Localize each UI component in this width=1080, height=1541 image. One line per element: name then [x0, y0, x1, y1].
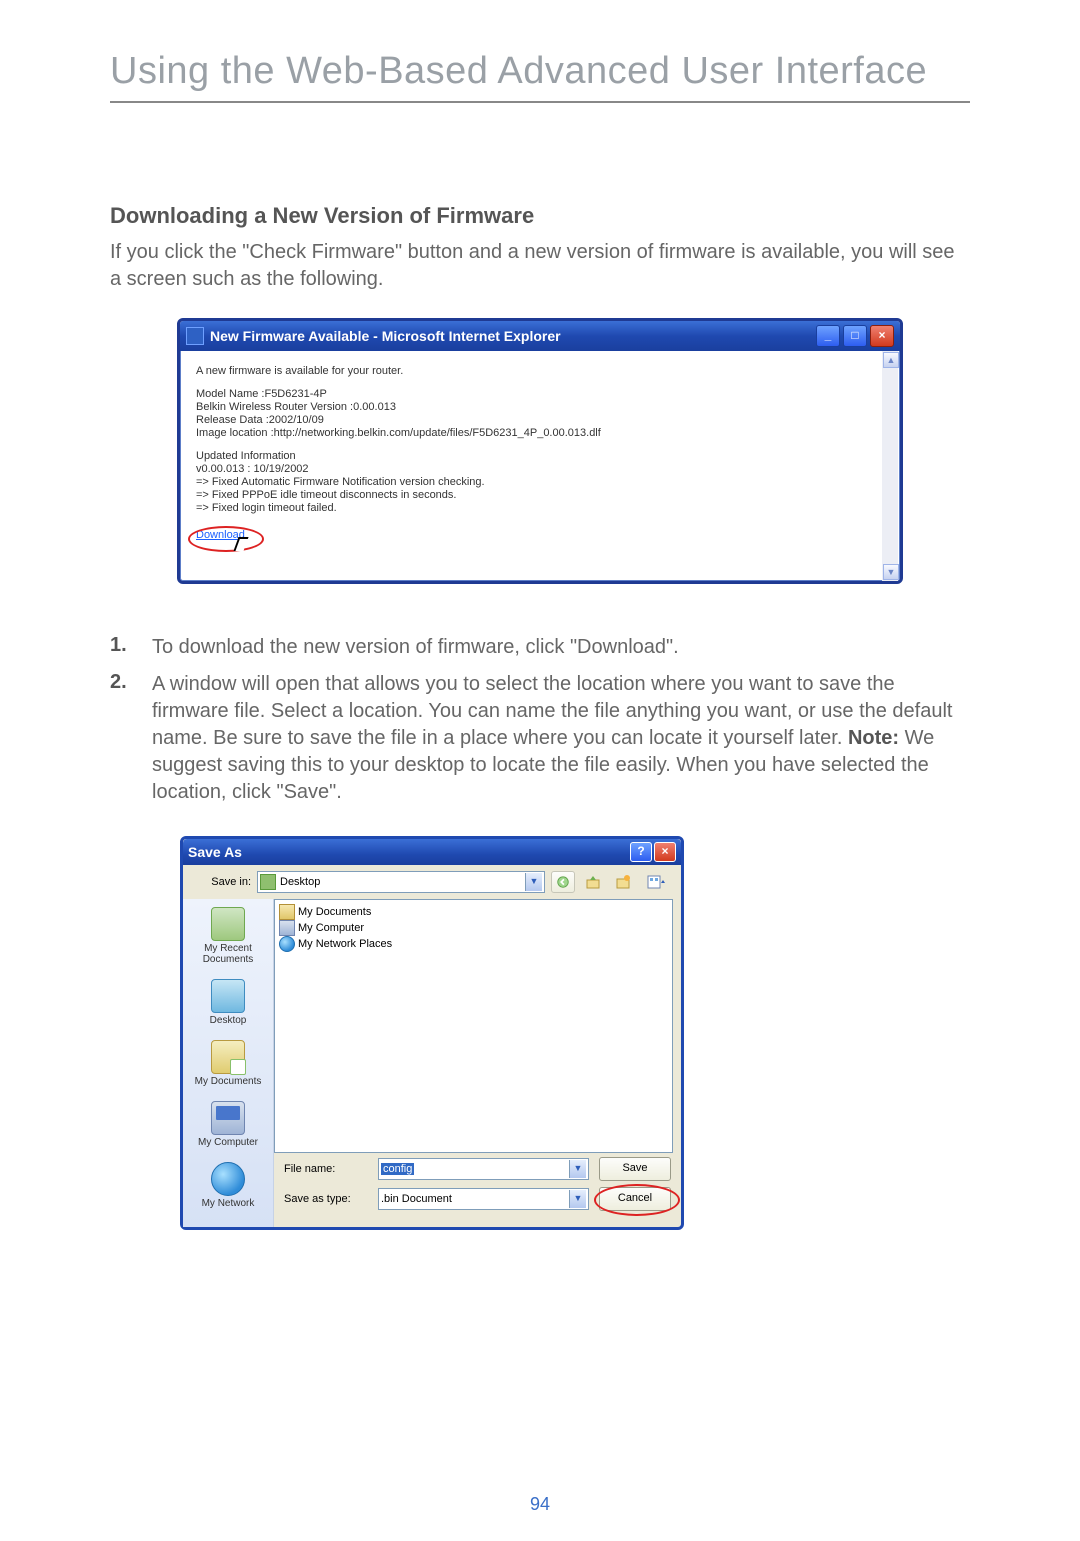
ie-app-icon	[186, 327, 204, 345]
new-folder-button[interactable]	[611, 871, 635, 893]
step-text: A window will open that allows you to se…	[152, 671, 970, 806]
places-label: My Documents	[185, 1076, 271, 1087]
help-button[interactable]: ?	[630, 842, 652, 862]
places-desktop[interactable]: Desktop	[183, 975, 273, 1036]
page-number: 94	[0, 1494, 1080, 1515]
places-label: My Computer	[185, 1137, 271, 1148]
popup-text: A new firmware is available for your rou…	[196, 365, 890, 377]
save-in-label: Save in:	[191, 876, 251, 888]
step-number: 1.	[110, 634, 152, 661]
places-recent[interactable]: My Recent Documents	[183, 903, 273, 975]
my-documents-icon	[211, 1040, 245, 1074]
list-item: 1. To download the new version of firmwa…	[110, 634, 970, 661]
dropdown-arrow-icon[interactable]: ▼	[569, 1190, 586, 1208]
places-my-computer[interactable]: My Computer	[183, 1097, 273, 1158]
my-computer-icon	[211, 1101, 245, 1135]
save-button[interactable]: Save	[599, 1157, 671, 1181]
popup-text: Model Name :F5D6231-4P	[196, 388, 890, 400]
popup-text: Image location :http://networking.belkin…	[196, 427, 890, 439]
intro-paragraph: If you click the "Check Firmware" button…	[110, 239, 970, 293]
save-as-title: Save As	[188, 844, 628, 860]
file-name: My Network Places	[298, 938, 392, 950]
places-my-network[interactable]: My Network	[183, 1158, 273, 1219]
popup-text: Updated Information	[196, 450, 890, 462]
cancel-button[interactable]: Cancel	[599, 1187, 671, 1211]
maximize-button[interactable]: □	[843, 325, 867, 347]
list-item[interactable]: My Network Places	[279, 936, 668, 952]
popup-text: => Fixed PPPoE idle timeout disconnects …	[196, 489, 890, 501]
my-computer-icon	[279, 920, 295, 936]
step-text: To download the new version of firmware,…	[152, 634, 679, 661]
cursor-icon	[236, 537, 254, 561]
save-as-type-label: Save as type:	[278, 1193, 378, 1205]
save-as-type-value: .bin Document	[381, 1193, 452, 1205]
scroll-down-arrow-icon[interactable]: ▼	[883, 564, 899, 580]
firmware-popup-window: New Firmware Available - Microsoft Inter…	[177, 318, 903, 584]
save-in-combo[interactable]: Desktop ▼	[257, 871, 545, 893]
save-in-value: Desktop	[280, 876, 320, 888]
desktop-icon	[211, 979, 245, 1013]
my-network-places-icon	[279, 936, 295, 952]
save-as-dialog: Save As ? × Save in: Desktop ▼	[180, 836, 684, 1230]
places-bar: My Recent Documents Desktop My Documents…	[183, 899, 274, 1227]
scrollbar[interactable]: ▲ ▼	[882, 351, 898, 581]
back-button[interactable]	[551, 871, 575, 893]
step-text-segment: A window will open that allows you to se…	[152, 673, 952, 749]
filename-label: File name:	[278, 1163, 378, 1175]
popup-text: Release Data :2002/10/09	[196, 414, 890, 426]
save-as-bottom: File name: config ▼ Save Save as type: .…	[274, 1153, 681, 1227]
list-item[interactable]: My Computer	[279, 920, 668, 936]
scroll-up-arrow-icon[interactable]: ▲	[883, 352, 899, 368]
save-in-row: Save in: Desktop ▼	[183, 865, 681, 899]
step-number: 2.	[110, 671, 152, 806]
my-network-icon	[211, 1162, 245, 1196]
up-one-level-button[interactable]	[581, 871, 605, 893]
places-label: My Recent Documents	[185, 943, 271, 965]
recent-documents-icon	[211, 907, 245, 941]
instruction-list: 1. To download the new version of firmwa…	[110, 634, 970, 806]
places-my-documents[interactable]: My Documents	[183, 1036, 273, 1097]
cancel-button-label: Cancel	[618, 1192, 652, 1204]
dropdown-arrow-icon[interactable]: ▼	[569, 1160, 586, 1178]
popup-text: => Fixed Automatic Firmware Notification…	[196, 476, 890, 488]
firmware-popup-title: New Firmware Available - Microsoft Inter…	[210, 328, 816, 344]
file-list[interactable]: My Documents My Computer My Network Plac…	[274, 899, 673, 1153]
file-name: My Documents	[298, 906, 371, 918]
chapter-title: Using the Web-Based Advanced User Interf…	[110, 50, 970, 103]
download-link[interactable]: Download	[196, 529, 245, 541]
section-heading: Downloading a New Version of Firmware	[110, 203, 970, 229]
popup-text: v0.00.013 : 10/19/2002	[196, 463, 890, 475]
save-as-type-combo[interactable]: .bin Document ▼	[378, 1188, 589, 1210]
places-label: My Network	[185, 1198, 271, 1209]
note-label: Note:	[848, 727, 899, 749]
popup-text: Belkin Wireless Router Version :0.00.013	[196, 401, 890, 413]
desktop-icon	[260, 874, 276, 890]
close-button[interactable]: ×	[870, 325, 894, 347]
folder-icon	[279, 904, 295, 920]
views-button[interactable]	[641, 871, 673, 893]
firmware-popup-titlebar: New Firmware Available - Microsoft Inter…	[180, 321, 900, 351]
places-label: Desktop	[185, 1015, 271, 1026]
popup-text: => Fixed login timeout failed.	[196, 502, 890, 514]
firmware-popup-body: ▲ ▼ A new firmware is available for your…	[180, 351, 900, 581]
list-item[interactable]: My Documents	[279, 904, 668, 920]
save-as-titlebar: Save As ? ×	[183, 839, 681, 865]
minimize-button[interactable]: _	[816, 325, 840, 347]
file-name: My Computer	[298, 922, 364, 934]
filename-input[interactable]: config ▼	[378, 1158, 589, 1180]
dropdown-arrow-icon[interactable]: ▼	[525, 873, 542, 891]
close-button[interactable]: ×	[654, 842, 676, 862]
filename-value: config	[381, 1163, 414, 1175]
list-item: 2. A window will open that allows you to…	[110, 671, 970, 806]
